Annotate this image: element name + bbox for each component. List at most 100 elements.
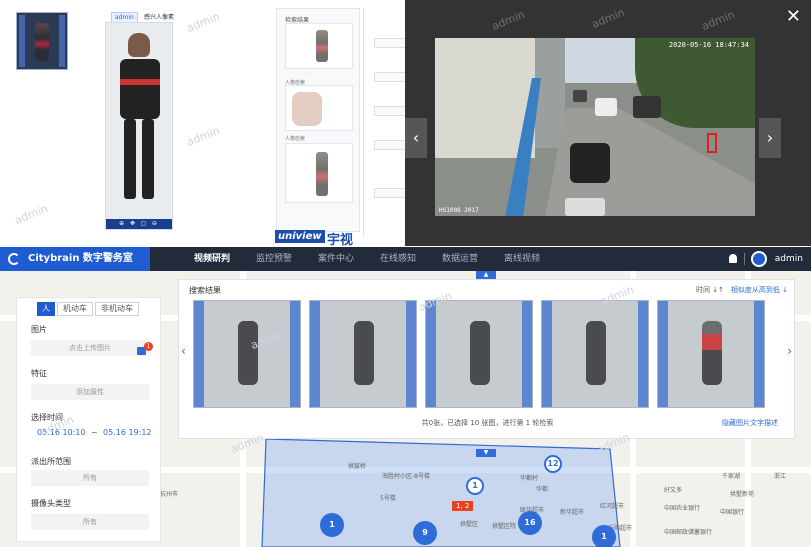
time-end-input[interactable]: 05.16 19:12 xyxy=(103,428,152,437)
map-label: 海胜村小区-8号楼 xyxy=(382,473,430,480)
nav-offline-video[interactable]: 离线视频 xyxy=(492,247,552,271)
tab-non-motor-vehicle[interactable]: 非机动车 xyxy=(95,302,139,316)
top-nav-bar: Citybrain 数字警务室 视频研判 监控预警 案件中心 在线感知 数据运营… xyxy=(0,247,811,271)
frame-edge xyxy=(426,301,436,407)
app-title: Citybrain 数字警务室 xyxy=(28,253,133,264)
uniview-brand: uniview xyxy=(275,230,325,243)
map-label: 杭州市 xyxy=(160,491,179,498)
add-attribute-button[interactable]: 添加属性 xyxy=(31,384,149,400)
collapse-toggle[interactable]: ▼ xyxy=(476,449,496,457)
result-image[interactable] xyxy=(541,300,649,408)
feature-label: 特征 xyxy=(31,369,47,378)
side-list-item[interactable] xyxy=(285,85,353,131)
hide-description-toggle[interactable]: 隐藏图片文字描述 xyxy=(722,418,778,428)
watermark: admin xyxy=(489,8,527,33)
map-cluster[interactable]: 9 xyxy=(413,521,437,545)
uniview-cn: 宇视 xyxy=(327,233,354,246)
nav-video-analysis[interactable]: 视频研判 xyxy=(182,247,242,271)
nav-online-sensing[interactable]: 在线感知 xyxy=(368,247,428,271)
divider xyxy=(744,253,745,265)
map-label: 华都村 xyxy=(520,475,539,482)
username[interactable]: admin xyxy=(775,247,803,271)
frame-edge xyxy=(638,301,648,407)
map-pin-marker[interactable]: 1, 2 xyxy=(452,501,474,511)
close-icon[interactable]: ✕ xyxy=(786,8,801,26)
camera-type-label: 摄像头类型 xyxy=(31,499,71,508)
map-label: 拱宸桥 xyxy=(348,463,367,470)
video-car xyxy=(633,96,661,118)
detection-box[interactable] xyxy=(707,133,717,153)
map-label: 浙江 xyxy=(774,473,787,480)
result-image[interactable] xyxy=(425,300,533,408)
camera-type-select[interactable]: 所有 xyxy=(31,514,149,530)
map-label: 红河超市 xyxy=(600,503,625,510)
map-cluster[interactable]: 12 xyxy=(544,455,562,473)
results-next-button[interactable]: › xyxy=(787,344,792,358)
result-image[interactable] xyxy=(657,300,765,408)
person-leg xyxy=(124,119,136,199)
frame-edge xyxy=(522,301,532,407)
side-list-item[interactable] xyxy=(285,143,353,203)
image-label: 图片 xyxy=(31,325,47,334)
watermark: admin xyxy=(184,124,222,149)
frame-edge xyxy=(754,301,764,407)
app-logo[interactable]: Citybrain 数字警务室 xyxy=(0,247,150,271)
expand-toggle[interactable]: ▲ xyxy=(476,271,496,279)
side-list-item[interactable] xyxy=(285,23,353,69)
watermark: admin xyxy=(589,6,627,31)
result-person xyxy=(702,321,722,385)
prev-frame-button[interactable]: ‹ xyxy=(405,118,427,158)
nav-case-center[interactable]: 案件中心 xyxy=(306,247,366,271)
result-image[interactable] xyxy=(193,300,301,408)
result-image[interactable] xyxy=(309,300,417,408)
tab-motor-vehicle[interactable]: 机动车 xyxy=(57,302,93,316)
thumbnail-edge-left xyxy=(19,15,25,67)
station-select[interactable]: 所有 xyxy=(31,470,149,486)
map-cluster[interactable]: 1 xyxy=(466,477,484,495)
video-frame[interactable]: 2020-05-16 18:47:34 HS1008 2017 xyxy=(435,38,755,216)
next-frame-button[interactable]: › xyxy=(759,118,781,158)
upload-count-badge: 1 xyxy=(144,342,153,351)
frame-edge xyxy=(310,301,320,407)
side-list-caption: · · · xyxy=(307,71,315,77)
results-prev-button[interactable]: ‹ xyxy=(181,344,186,358)
results-title: 搜索结果 xyxy=(189,286,221,295)
frame-edge xyxy=(406,301,416,407)
bell-icon[interactable] xyxy=(729,254,737,263)
person-crop: ⊕ ✥ ◻ ⊖ xyxy=(105,22,173,230)
side-list-label: 人像检索 xyxy=(285,136,306,142)
region-polygon[interactable] xyxy=(261,438,621,547)
tab-person[interactable]: 人 xyxy=(37,302,55,316)
map-view[interactable]: 拱宸桥 海胜村小区-8号楼 5号楼 华都村 华都 杭州市 拱墅区 拱墅区院 中国… xyxy=(0,271,811,547)
side-list-image xyxy=(316,152,328,196)
sort-by-time[interactable]: 时间 ↓↑ xyxy=(696,285,724,295)
video-viewer: ✕ 2020-05-16 18:47:34 HS1008 2017 ‹ › ad… xyxy=(405,0,811,246)
crop-toolbar[interactable]: ⊕ ✥ ◻ ⊖ xyxy=(106,219,172,229)
sort-by-similarity[interactable]: 相似度从高到低 ↓ xyxy=(731,285,788,295)
top-collage: admin 感兴人像素 ⊕ ✥ ◻ ⊖ admin admin admin ad… xyxy=(0,0,811,246)
upload-image-button[interactable]: 点击上传图片 xyxy=(31,340,149,356)
frame-edge xyxy=(194,301,204,407)
video-car xyxy=(570,143,610,183)
watermark: admin xyxy=(184,10,222,35)
video-car xyxy=(573,90,587,102)
map-label: 拱墅新苑 xyxy=(730,491,755,498)
map-label: 中国农业银行 xyxy=(664,505,701,512)
filter-panel: 人 机动车 非机动车 图片 点击上传图片 1 特征 添加属性 选择时间 05.1… xyxy=(16,297,161,542)
map-label: 好又多 xyxy=(664,487,683,494)
nav-data-ops[interactable]: 数据运营 xyxy=(430,247,490,271)
watermark: admin xyxy=(12,202,50,227)
thumbnail-edge-right xyxy=(59,15,65,67)
avatar[interactable] xyxy=(751,251,767,267)
result-person xyxy=(238,321,258,385)
result-side-list: 检索结果 · · · 人像检索 人像检索 xyxy=(276,8,360,232)
map-cluster[interactable]: 16 xyxy=(518,511,542,535)
result-person xyxy=(354,321,374,385)
target-thumbnail[interactable] xyxy=(16,12,68,70)
map-cluster[interactable]: 1 xyxy=(320,513,344,537)
side-list-face xyxy=(292,92,322,126)
video-car xyxy=(565,198,605,216)
tag-other[interactable]: 感兴人像素 xyxy=(144,12,174,21)
map-cluster[interactable]: 1 xyxy=(592,525,616,547)
nav-monitor-alert[interactable]: 监控预警 xyxy=(244,247,304,271)
